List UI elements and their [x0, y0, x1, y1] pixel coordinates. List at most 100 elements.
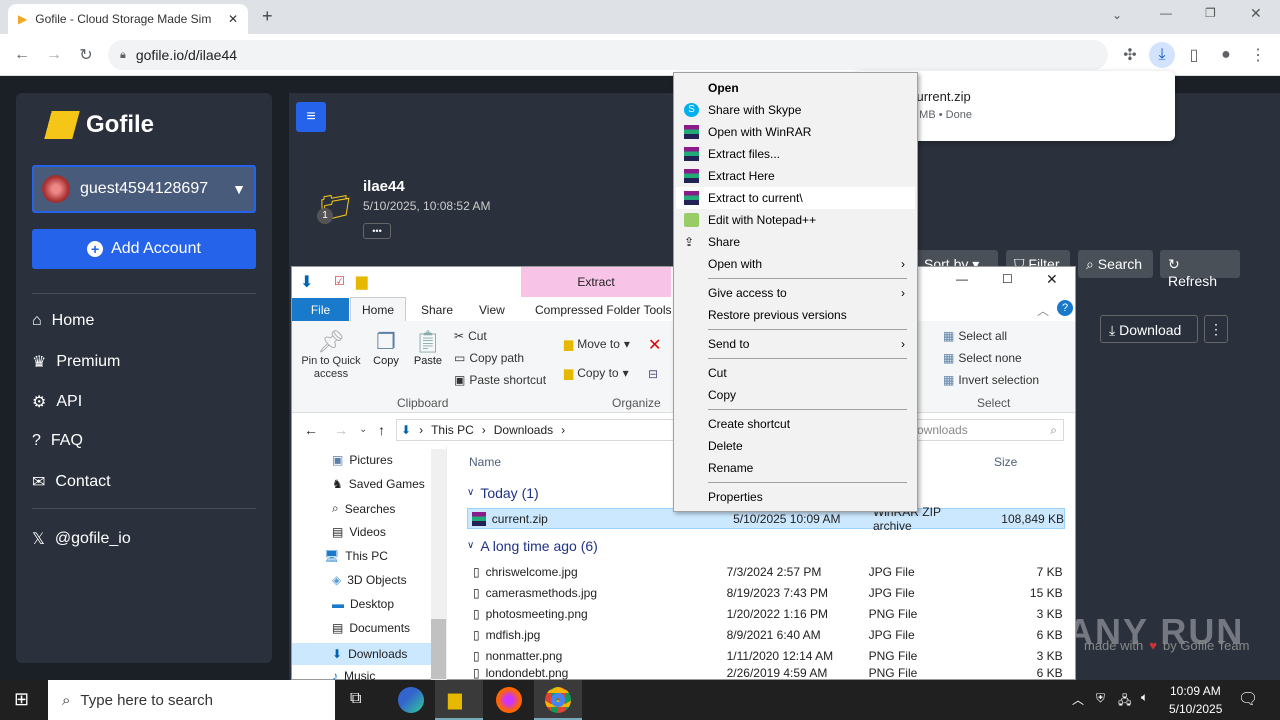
up-icon[interactable]: ↑ [378, 422, 385, 438]
brand[interactable]: Gofile [32, 111, 154, 139]
menu-item-open[interactable]: Open [676, 77, 915, 99]
side-panel-icon[interactable]: ▯ [1181, 42, 1207, 68]
notifications-icon[interactable]: 🗨︎ [1238, 689, 1258, 709]
tree-item-selected[interactable]: ⬇ Downloads [292, 643, 431, 665]
downloads-icon[interactable]: ⤓ [1149, 42, 1175, 68]
account-select[interactable]: guest4594128697 ▼ [32, 165, 256, 213]
menu-icon[interactable]: ⋮ [1245, 42, 1271, 68]
tab-compressed[interactable]: Compressed Folder Tools [535, 303, 672, 317]
nav-contact[interactable]: ✉ Contact [32, 472, 111, 492]
close-tab-icon[interactable]: ✕ [228, 12, 238, 26]
table-row[interactable]: ▯ camerasmethods.jpg 8/19/2023 7:43 PM JPG … [467, 582, 1065, 603]
menu-item-open-winrar[interactable]: Open with WinRAR [676, 121, 915, 143]
tab-share[interactable]: Share [421, 303, 453, 317]
menu-item-give-access[interactable]: Give access to › [676, 282, 915, 304]
tree-item[interactable]: ♞ Saved Games [332, 477, 425, 491]
select-all-button[interactable]: ▦ Select all [943, 329, 1007, 343]
volume-icon[interactable]: 🔈︎ [1141, 690, 1148, 705]
address-bar[interactable]: 🔒︎ gofile.io/d/ilae44 [108, 40, 1108, 70]
menu-item-send-to[interactable]: Send to › [676, 333, 915, 355]
menu-item-open-with[interactable]: Open with › [676, 253, 915, 275]
search-box[interactable]: ownloads ⌕ [910, 419, 1064, 441]
refresh-button[interactable]: ↻ Refresh [1160, 250, 1240, 289]
column-name-header[interactable]: Name [469, 455, 501, 469]
tab-search-icon[interactable]: ⌄ [1112, 8, 1122, 22]
delete-icon[interactable]: ✕ [648, 335, 661, 355]
edge-icon[interactable] [398, 687, 424, 713]
back-icon[interactable]: ← [9, 42, 35, 68]
nav-pane-scrollbar[interactable] [431, 449, 446, 681]
table-row[interactable]: ▯ nonmatter.png 1/11/2020 12:14 AM PNG File… [467, 645, 1065, 666]
collapse-ribbon-icon[interactable]: ︿ [1037, 302, 1049, 319]
menu-item-share[interactable]: ⇪ Share [676, 231, 915, 253]
move-to-button[interactable]: ▆ Move to ▾ [564, 337, 630, 351]
file-more-button[interactable]: ⋮ [1204, 315, 1228, 343]
menu-item-copy[interactable]: Copy [676, 384, 915, 406]
network-icon[interactable]: 🖧︎ [1118, 691, 1131, 712]
tree-item[interactable]: ▤ Videos [332, 525, 386, 539]
task-view-icon[interactable]: ⧉ [350, 690, 361, 708]
tree-item[interactable]: ⌕ Searches [332, 501, 395, 516]
invert-selection-button[interactable]: ▦ Invert selection [943, 373, 1039, 387]
taskbar-search[interactable]: ⌕ Type here to search [48, 680, 335, 720]
rename-icon[interactable]: ⊟ [648, 367, 658, 381]
menu-item-restore-versions[interactable]: Restore previous versions [676, 304, 915, 326]
breadcrumb-this-pc[interactable]: This PC [431, 423, 474, 437]
group-header-older[interactable]: ∨ A long time ago (6) [467, 535, 1065, 556]
tab-file[interactable]: File [292, 298, 349, 321]
add-account-button[interactable]: + Add Account [32, 229, 256, 269]
tree-item[interactable]: 🖥︎ This PC [324, 549, 388, 563]
nav-social[interactable]: 𝕏 @gofile_io [32, 529, 131, 549]
copy-to-button[interactable]: ▆ Copy to ▾ [564, 366, 629, 380]
qat-folder-icon[interactable]: ▆ [356, 272, 368, 290]
nav-api[interactable]: ⚙ API [32, 392, 82, 412]
reload-icon[interactable]: ↻ [73, 42, 99, 68]
explorer-taskbar-button[interactable]: ▆ [435, 680, 483, 720]
qat-properties-icon[interactable]: ☑ [334, 274, 345, 288]
windows-start-icon[interactable]: ⊞ [14, 689, 29, 710]
recent-locations-icon[interactable]: ⌄ [359, 424, 367, 435]
tree-item[interactable]: ▣ Pictures [332, 453, 393, 467]
firefox-icon[interactable] [496, 687, 522, 713]
restore-icon[interactable]: ❐ [1205, 6, 1216, 20]
new-tab-icon[interactable]: + [262, 6, 273, 27]
menu-item-cut[interactable]: Cut [676, 362, 915, 384]
cut-button[interactable]: ✂ Cut [454, 329, 487, 343]
profile-icon[interactable]: ● [1213, 42, 1239, 68]
nav-forward-icon[interactable]: → [334, 422, 348, 438]
column-size-header[interactable]: Size [994, 455, 1017, 469]
tray-security-icon[interactable]: ⛨ [1096, 691, 1105, 706]
explorer-minimize-icon[interactable]: — [956, 272, 968, 286]
qat-down-arrow-icon[interactable]: ⬇ [300, 272, 313, 292]
paste-shortcut-button[interactable]: ▣ Paste shortcut [454, 373, 546, 387]
tree-item[interactable]: ◈ 3D Objects [332, 573, 407, 587]
tree-item[interactable]: ▤ Documents [332, 621, 410, 635]
clock-time[interactable]: 10:09 AM [1170, 684, 1221, 698]
nav-home[interactable]: ⌂ Home [32, 312, 94, 330]
breadcrumb-downloads[interactable]: Downloads [494, 423, 553, 437]
tree-item[interactable]: ▬ Desktop [332, 597, 394, 611]
table-row[interactable]: ▯ londondebt.png 2/26/2019 4:59 AM PNG File… [467, 666, 1065, 680]
pin-quick-access-button[interactable]: 📌︎ Pin to Quick access [298, 329, 364, 381]
browser-tab[interactable]: ▶ Gofile - Cloud Storage Made Sim ✕ [8, 4, 248, 34]
folder-more-button[interactable]: ••• [363, 223, 391, 239]
menu-item-extract-files[interactable]: Extract files... [676, 143, 915, 165]
forward-icon[interactable]: → [41, 42, 67, 68]
menu-item-create-shortcut[interactable]: Create shortcut [676, 413, 915, 435]
copy-path-button[interactable]: ▭ Copy path [454, 351, 524, 365]
paste-button[interactable]: 📋︎ Paste [412, 329, 444, 367]
menu-item-properties[interactable]: Properties [676, 486, 915, 508]
menu-item-share-skype[interactable]: S Share with Skype [676, 99, 915, 121]
table-row[interactable]: ▯ mdfish.jpg 8/9/2021 6:40 AM JPG File 6 KB [467, 624, 1065, 645]
menu-item-extract-to[interactable]: Extract to current\ [676, 187, 915, 209]
chrome-taskbar-button[interactable] [534, 680, 582, 720]
menu-item-rename[interactable]: Rename [676, 457, 915, 479]
select-none-button[interactable]: ▦ Select none [943, 351, 1022, 365]
tab-view[interactable]: View [479, 303, 505, 317]
nav-faq[interactable]: ? FAQ [32, 432, 83, 450]
extensions-icon[interactable]: ✣ [1117, 42, 1143, 68]
tray-chevron-icon[interactable]: ︿ [1072, 691, 1084, 708]
tab-home[interactable]: Home [350, 297, 406, 322]
table-row[interactable]: ▯ photosmeeting.png 1/20/2022 1:16 PM PNG F… [467, 603, 1065, 624]
nav-back-icon[interactable]: ← [304, 422, 318, 438]
